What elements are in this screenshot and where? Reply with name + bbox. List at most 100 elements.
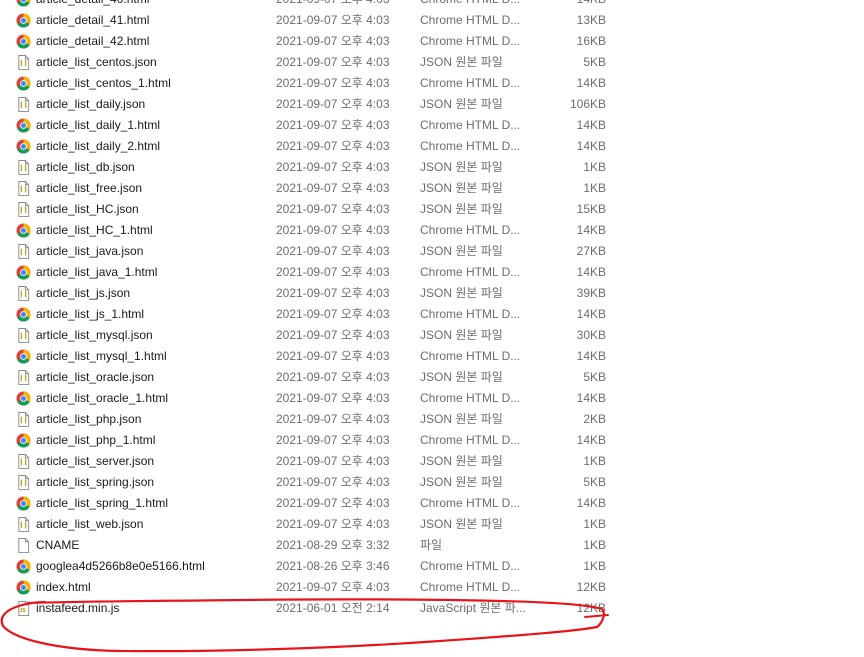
file-row[interactable]: article_list_oracle_1.html 2021-09-07 오후 … bbox=[0, 388, 864, 409]
file-size: 14KB bbox=[576, 265, 606, 279]
file-modified-date: 2021-09-07 오후 4:03 bbox=[276, 244, 390, 258]
file-type: Chrome HTML D... bbox=[420, 223, 521, 237]
file-row[interactable]: article_list_php.json 2021-09-07 오후 4:03 J… bbox=[0, 409, 864, 430]
file-name[interactable]: article_list_free.json bbox=[36, 178, 266, 199]
file-name[interactable]: article_list_spring.json bbox=[36, 472, 266, 493]
file-row[interactable]: article_list_HC.json 2021-09-07 오후 4:03 JS… bbox=[0, 199, 864, 220]
file-row[interactable]: article_detail_40.html 2021-09-07 오후 4:03… bbox=[0, 0, 864, 10]
file-size: 16KB bbox=[576, 34, 606, 48]
file-row[interactable]: article_list_spring.json 2021-09-07 오후 4:… bbox=[0, 472, 864, 493]
file-type: JSON 원본 파일 bbox=[420, 55, 503, 69]
json-file-icon bbox=[16, 475, 31, 490]
file-name[interactable]: article_list_mysql_1.html bbox=[36, 346, 266, 367]
file-name[interactable]: article_list_daily_1.html bbox=[36, 115, 266, 136]
json-file-icon bbox=[16, 55, 31, 70]
file-type: Chrome HTML D... bbox=[420, 580, 521, 594]
file-name[interactable]: article_list_php.json bbox=[36, 409, 266, 430]
chrome-icon bbox=[16, 580, 31, 595]
file-type: Chrome HTML D... bbox=[420, 0, 532, 10]
file-type: JSON 원본 파일 bbox=[420, 517, 503, 531]
file-modified-date: 2021-09-07 오후 4:03 bbox=[276, 580, 390, 594]
file-row[interactable]: article_list_php_1.html 2021-09-07 오후 4:0… bbox=[0, 430, 864, 451]
file-row[interactable]: article_list_js_1.html 2021-09-07 오후 4:03… bbox=[0, 304, 864, 325]
file-name[interactable]: article_list_java.json bbox=[36, 241, 266, 262]
file-name[interactable]: article_list_oracle_1.html bbox=[36, 388, 266, 409]
file-name[interactable]: article_list_js.json bbox=[36, 283, 266, 304]
file-row[interactable]: article_detail_41.html 2021-09-07 오후 4:03… bbox=[0, 10, 864, 31]
file-row[interactable]: article_list_js.json 2021-09-07 오후 4:03 JS… bbox=[0, 283, 864, 304]
file-row[interactable]: article_list_web.json 2021-09-07 오후 4:03 J… bbox=[0, 514, 864, 535]
file-row[interactable]: article_list_java_1.html 2021-09-07 오후 4:… bbox=[0, 262, 864, 283]
file-name[interactable]: article_list_daily.json bbox=[36, 94, 266, 115]
file-name[interactable]: article_list_web.json bbox=[36, 514, 266, 535]
file-name[interactable]: article_list_js_1.html bbox=[36, 304, 266, 325]
file-row[interactable]: googlea4d5266b8e0e5166.html 2021-08-26 오후… bbox=[0, 556, 864, 577]
file-modified-date: 2021-09-07 오후 4:03 bbox=[276, 517, 390, 531]
file-row[interactable]: article_list_free.json 2021-09-07 오후 4:03… bbox=[0, 178, 864, 199]
file-row[interactable]: article_list_db.json 2021-09-07 오후 4:03 JS… bbox=[0, 157, 864, 178]
file-name[interactable]: article_list_mysql.json bbox=[36, 325, 266, 346]
file-size: 14KB bbox=[540, 0, 606, 10]
file-row[interactable]: article_detail_42.html 2021-09-07 오후 4:03… bbox=[0, 31, 864, 52]
file-row[interactable]: article_list_mysql_1.html 2021-09-07 오후 4… bbox=[0, 346, 864, 367]
json-file-icon bbox=[16, 202, 31, 217]
json-file-icon bbox=[16, 454, 31, 469]
file-type: JSON 원본 파일 bbox=[420, 328, 503, 342]
file-name[interactable]: article_list_server.json bbox=[36, 451, 266, 472]
file-row[interactable]: JS instafeed.min.js 2021-06-01 오전 2:14 Java… bbox=[0, 598, 864, 619]
file-row[interactable]: article_list_server.json 2021-09-07 오후 4:… bbox=[0, 451, 864, 472]
file-size: 1KB bbox=[583, 160, 606, 174]
file-row[interactable]: article_list_daily_2.html 2021-09-07 오후 4… bbox=[0, 136, 864, 157]
file-modified-date: 2021-09-07 오후 4:03 bbox=[276, 34, 390, 48]
file-size: 39KB bbox=[576, 286, 606, 300]
file-modified-date: 2021-09-07 오후 4:03 bbox=[276, 55, 390, 69]
chrome-icon bbox=[16, 118, 31, 133]
file-name[interactable]: article_detail_41.html bbox=[36, 10, 266, 31]
file-row[interactable]: article_list_mysql.json 2021-09-07 오후 4:0… bbox=[0, 325, 864, 346]
file-name[interactable]: instafeed.min.js bbox=[36, 598, 266, 619]
file-name[interactable]: article_detail_42.html bbox=[36, 31, 266, 52]
file-modified-date: 2021-09-07 오후 4:03 bbox=[276, 97, 390, 111]
blank-file-icon bbox=[16, 538, 31, 553]
file-size: 14KB bbox=[576, 433, 606, 447]
file-row[interactable]: article_list_spring_1.html 2021-09-07 오후 … bbox=[0, 493, 864, 514]
file-name[interactable]: index.html bbox=[36, 577, 266, 598]
chrome-icon bbox=[16, 496, 31, 511]
file-type: Chrome HTML D... bbox=[420, 265, 521, 279]
file-row[interactable]: article_list_centos_1.html 2021-09-07 오후 … bbox=[0, 73, 864, 94]
file-size: 1KB bbox=[583, 538, 606, 552]
file-name[interactable]: article_detail_40.html bbox=[36, 0, 266, 10]
file-name[interactable]: article_list_db.json bbox=[36, 157, 266, 178]
file-row[interactable]: article_list_oracle.json 2021-09-07 오후 4:… bbox=[0, 367, 864, 388]
file-size: 14KB bbox=[576, 391, 606, 405]
file-name[interactable]: article_list_php_1.html bbox=[36, 430, 266, 451]
file-name[interactable]: article_list_daily_2.html bbox=[36, 136, 266, 157]
file-row[interactable]: article_list_HC_1.html 2021-09-07 오후 4:03… bbox=[0, 220, 864, 241]
file-row[interactable]: index.html 2021-09-07 오후 4:03 Chrome HTML … bbox=[0, 577, 864, 598]
file-name[interactable]: article_list_oracle.json bbox=[36, 367, 266, 388]
file-list: article_detail_40.html 2021-09-07 오후 4:03… bbox=[0, 0, 864, 619]
file-modified-date: 2021-09-07 오후 4:03 bbox=[276, 475, 390, 489]
file-modified-date: 2021-09-07 오후 4:03 bbox=[276, 265, 390, 279]
file-size: 14KB bbox=[576, 118, 606, 132]
file-name[interactable]: googlea4d5266b8e0e5166.html bbox=[36, 556, 266, 577]
file-name[interactable]: article_list_centos_1.html bbox=[36, 73, 266, 94]
file-size: 5KB bbox=[583, 475, 606, 489]
chrome-icon bbox=[16, 223, 31, 238]
file-name[interactable]: article_list_HC.json bbox=[36, 199, 266, 220]
chrome-icon bbox=[16, 433, 31, 448]
file-size: 14KB bbox=[576, 496, 606, 510]
file-size: 1KB bbox=[583, 454, 606, 468]
file-row[interactable]: CNAME 2021-08-29 오후 3:32 파일 1KB bbox=[0, 535, 864, 556]
file-name[interactable]: article_list_spring_1.html bbox=[36, 493, 266, 514]
file-size: 1KB bbox=[583, 559, 606, 573]
file-name[interactable]: article_list_java_1.html bbox=[36, 262, 266, 283]
file-name[interactable]: article_list_centos.json bbox=[36, 52, 266, 73]
file-name[interactable]: CNAME bbox=[36, 535, 266, 556]
file-row[interactable]: article_list_centos.json 2021-09-07 오후 4:… bbox=[0, 52, 864, 73]
file-name[interactable]: article_list_HC_1.html bbox=[36, 220, 266, 241]
chrome-icon bbox=[16, 265, 31, 280]
file-row[interactable]: article_list_daily_1.html 2021-09-07 오후 4… bbox=[0, 115, 864, 136]
file-row[interactable]: article_list_daily.json 2021-09-07 오후 4:0… bbox=[0, 94, 864, 115]
file-row[interactable]: article_list_java.json 2021-09-07 오후 4:03… bbox=[0, 241, 864, 262]
